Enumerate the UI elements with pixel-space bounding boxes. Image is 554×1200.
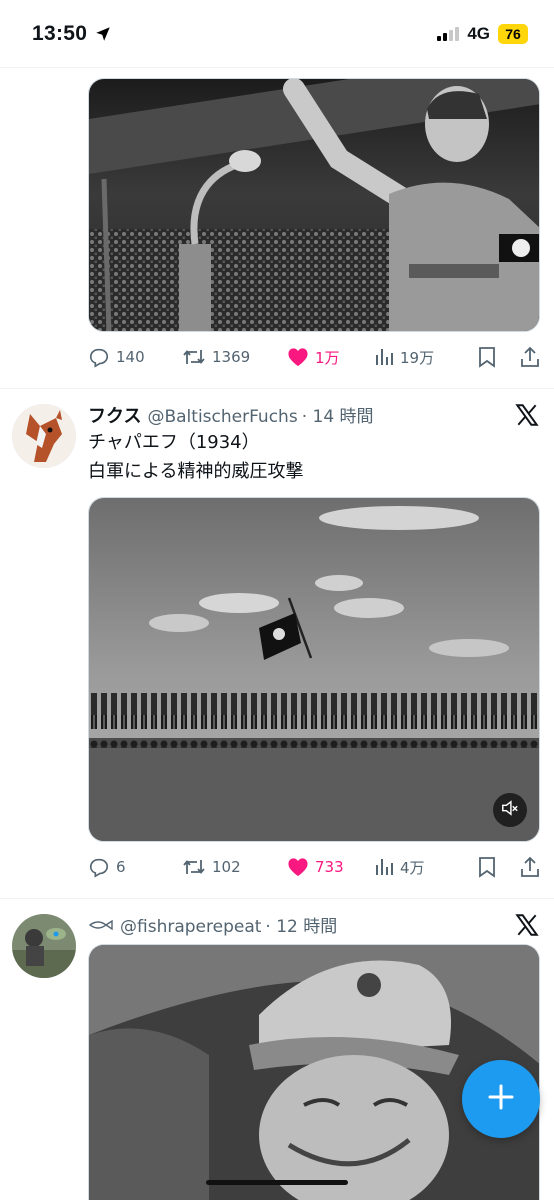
- post-text-line: 白軍による精神的威圧攻撃: [88, 461, 304, 482]
- views-count: 4万: [400, 858, 425, 877]
- views-count: 19万: [400, 348, 435, 367]
- post-1-action-bar: 140 1369 1万 19万: [88, 342, 540, 372]
- share-button[interactable]: [520, 346, 540, 368]
- display-name[interactable]: フクス: [88, 402, 141, 428]
- share-icon: [520, 856, 540, 878]
- handle[interactable]: @fishraperepeat: [120, 917, 261, 937]
- reply-count: 140: [116, 348, 145, 366]
- mute-button[interactable]: [493, 793, 527, 827]
- post-2-video-frame: [89, 498, 539, 841]
- avatar-illustration-icon: [12, 914, 76, 978]
- home-indicator[interactable]: [206, 1180, 348, 1185]
- status-time: 13:50: [32, 22, 88, 45]
- avatar[interactable]: [12, 914, 76, 978]
- post-2-text: チャパエフ（1934） 白軍による精神的威圧攻撃: [88, 428, 303, 486]
- bookmark-button[interactable]: [478, 346, 516, 368]
- header-divider: [0, 67, 554, 68]
- fox-horse-avatar-icon: [12, 404, 76, 468]
- repost-count: 102: [212, 858, 241, 876]
- post-text-line: チャパエフ（1934）: [88, 432, 260, 453]
- bookmark-icon: [478, 346, 496, 368]
- battery-indicator: 76: [498, 24, 528, 44]
- repost-button[interactable]: 102: [182, 856, 287, 878]
- views-icon: [374, 347, 394, 367]
- repost-count: 1369: [212, 348, 251, 366]
- plus-icon: [487, 1083, 515, 1115]
- post-time: · 14 時間: [301, 407, 374, 427]
- like-count: 733: [315, 858, 344, 876]
- share-button[interactable]: [520, 856, 540, 878]
- fish-icon: [88, 919, 114, 931]
- views-button[interactable]: 19万: [374, 347, 478, 368]
- post-3-header: @fishraperepeat · 12 時間: [88, 912, 494, 937]
- like-count: 1万: [315, 348, 340, 367]
- location-arrow-icon: [94, 25, 112, 43]
- bookmark-icon: [478, 856, 496, 878]
- avatar[interactable]: [12, 404, 76, 468]
- mute-icon: [501, 799, 519, 821]
- bookmark-button[interactable]: [478, 856, 516, 878]
- post-1-image[interactable]: [88, 78, 540, 332]
- views-icon: [374, 857, 394, 877]
- like-button[interactable]: 733: [287, 857, 374, 877]
- reply-count: 6: [116, 858, 126, 876]
- repost-button[interactable]: 1369: [182, 346, 287, 368]
- x-logo-icon: [514, 402, 540, 432]
- x-logo-icon: [514, 912, 540, 942]
- like-button[interactable]: 1万: [287, 347, 374, 368]
- post-2-header: フクス @BaltischerFuchs · 14 時間: [88, 402, 494, 428]
- repost-icon: [182, 856, 206, 878]
- reply-icon: [88, 856, 110, 878]
- reply-button[interactable]: 6: [88, 856, 182, 878]
- compose-button[interactable]: [462, 1060, 540, 1138]
- post-divider: [0, 898, 554, 899]
- status-bar: 13:50 4G 76: [0, 0, 554, 68]
- handle[interactable]: @BaltischerFuchs: [147, 407, 297, 427]
- share-icon: [520, 346, 540, 368]
- views-button[interactable]: 4万: [374, 857, 478, 878]
- signal-icon: [437, 27, 460, 41]
- network-label: 4G: [467, 24, 490, 43]
- heart-filled-icon: [287, 347, 309, 367]
- post-2-action-bar: 6 102 733 4万: [88, 852, 540, 882]
- post-1-photo: [89, 79, 539, 331]
- repost-icon: [182, 346, 206, 368]
- reply-icon: [88, 346, 110, 368]
- post-time: · 12 時間: [265, 917, 338, 937]
- heart-filled-icon: [287, 857, 309, 877]
- post-divider: [0, 388, 554, 389]
- post-2-video[interactable]: [88, 497, 540, 842]
- status-indicators: 4G 76: [437, 24, 528, 44]
- reply-button[interactable]: 140: [88, 346, 182, 368]
